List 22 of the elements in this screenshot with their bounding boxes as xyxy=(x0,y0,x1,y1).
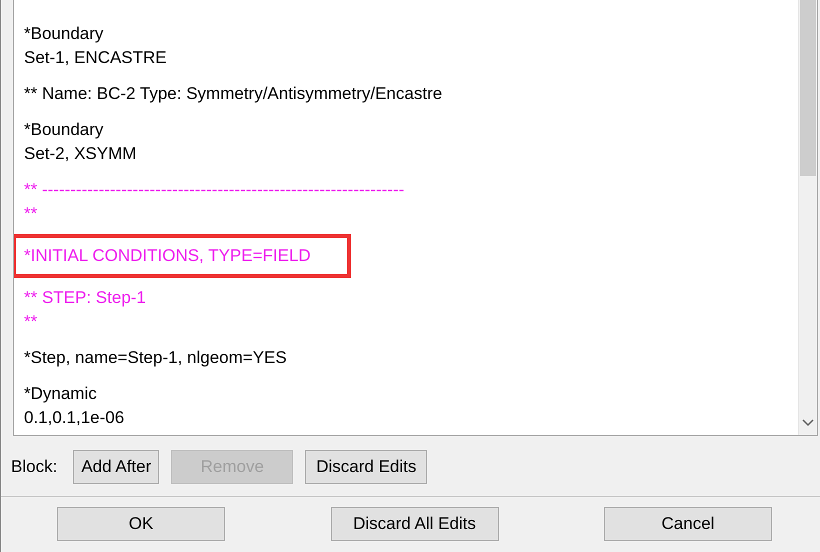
code-line: *Boundary xyxy=(24,23,104,45)
input-editor[interactable] xyxy=(13,0,818,436)
scroll-down-icon[interactable] xyxy=(802,419,814,427)
code-line: *Boundary xyxy=(24,119,104,141)
code-line: 0.1,0.1,1e-06 xyxy=(24,407,124,429)
code-line: ** xyxy=(24,311,38,333)
add-after-button[interactable]: Add After xyxy=(73,450,160,484)
cancel-button[interactable]: Cancel xyxy=(604,507,772,541)
block-label: Block: xyxy=(11,457,58,477)
code-line: ** xyxy=(24,203,38,225)
discard-all-edits-button[interactable]: Discard All Edits xyxy=(330,507,498,541)
discard-edits-button[interactable]: Discard Edits xyxy=(305,450,428,484)
code-line: Set-1, ENCASTRE xyxy=(24,47,167,69)
code-line: ** ---------------------------------------------------------------- xyxy=(24,179,404,201)
code-line: Set-2, XSYMM xyxy=(24,143,136,165)
code-line: *INITIAL CONDITIONS, TYPE=FIELD xyxy=(24,245,311,267)
code-line: ** Name: BC-2 Type: Symmetry/Antisymmetry/Encastre xyxy=(24,83,442,105)
ok-button[interactable]: OK xyxy=(57,507,225,541)
scrollbar-thumb[interactable] xyxy=(800,0,816,176)
code-line: ** STEP: Step-1 xyxy=(24,287,146,309)
code-line: *Step, name=Step-1, nlgeom=YES xyxy=(24,347,287,369)
code-line: *Dynamic xyxy=(24,383,98,405)
